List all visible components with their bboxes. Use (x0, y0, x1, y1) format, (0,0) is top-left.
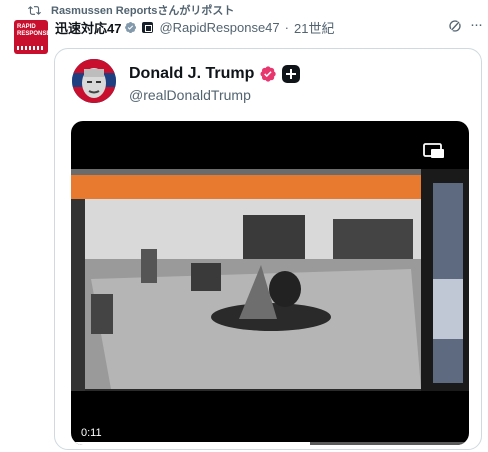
video-progress-fill (71, 442, 310, 445)
portrait-image (72, 59, 116, 103)
affiliate-plus-icon[interactable] (282, 65, 301, 83)
post-time[interactable]: 21世紀 (294, 18, 334, 37)
grok-icon[interactable] (447, 18, 463, 34)
separator-dot: · (284, 19, 289, 35)
quoted-author-avatar[interactable] (72, 59, 116, 103)
post-header: 迅速対応47 @RapidResponse47 · 21世紀 (55, 18, 334, 36)
author-avatar[interactable]: RAPID RESPONSE (14, 20, 48, 54)
avatar-logo-text: RAPID RESPONSE (17, 24, 48, 37)
video-elapsed-time: 0:11 (77, 426, 106, 440)
video-progress-bar[interactable] (71, 442, 469, 445)
affiliate-badge-icon[interactable] (142, 21, 154, 33)
verified-badge-icon (125, 21, 137, 33)
more-options-icon[interactable]: ··· (470, 16, 483, 33)
repost-indicator[interactable]: Rasmussen Reportsさんがリポスト (28, 2, 234, 18)
quoted-name-row: Donald J. Trump (129, 65, 301, 83)
author-handle[interactable]: @RapidResponse47 (159, 20, 279, 35)
video-player[interactable]: 0:11 (71, 121, 469, 445)
quoted-post[interactable]: Donald J. Trump @realDonaldTrump 0:11 (54, 48, 482, 450)
quoted-handle[interactable]: @realDonaldTrump (129, 87, 251, 103)
verified-government-badge-icon (260, 66, 277, 82)
quoted-display-name[interactable]: Donald J. Trump (129, 65, 254, 83)
repost-icon (28, 5, 41, 15)
repost-label: Rasmussen Reportsさんがリポスト (51, 5, 235, 17)
avatar-stripe (17, 46, 45, 50)
video-frame (71, 169, 469, 391)
picture-in-picture-icon[interactable] (423, 143, 445, 159)
author-display-name[interactable]: 迅速対応47 (55, 18, 121, 37)
